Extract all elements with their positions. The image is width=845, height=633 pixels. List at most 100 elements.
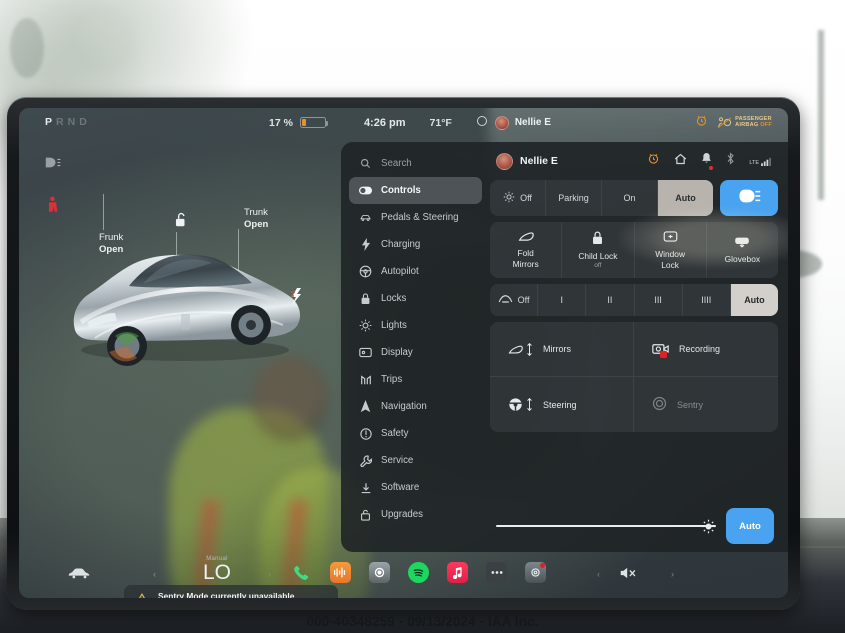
steering-adjust-cell[interactable]: Steering	[490, 377, 634, 432]
glovebox-icon	[734, 236, 750, 250]
airbag-line2-wrap: AIRBAG OFF	[735, 122, 772, 128]
profile-circle-icon[interactable]	[476, 115, 488, 130]
recording-label: Recording	[679, 344, 721, 354]
sidebar-item-lights[interactable]: Lights	[349, 312, 482, 339]
alarm-warning-icon[interactable]	[647, 152, 660, 170]
sidebar-label-navigation: Navigation	[381, 401, 427, 412]
wrench-icon	[359, 454, 372, 467]
volume-muted-icon[interactable]	[619, 566, 638, 585]
profile-name: Nellie E	[514, 117, 551, 128]
bluetooth-icon[interactable]	[726, 152, 735, 170]
touchscreen-display[interactable]: PRND 17 % 4:26 pm 71°F Nellie E PASSENGE…	[19, 108, 788, 598]
sidebar-item-trips[interactable]: Trips	[349, 366, 482, 393]
vehicle-render	[73, 254, 301, 366]
wiper-off-option[interactable]: Off	[490, 284, 539, 316]
headlight-mode-segment[interactable]: Off Parking On Auto	[490, 180, 713, 216]
mirror-icon	[518, 231, 534, 244]
steering-label: Steering	[543, 399, 577, 410]
sidebar-label-charging: Charging	[381, 239, 421, 250]
glovebox-label: Glovebox	[724, 254, 761, 264]
sidebar-label-software: Software	[381, 482, 420, 493]
sidebar-item-display[interactable]: Display	[349, 339, 482, 366]
lights-row: Off Parking On Auto	[490, 180, 778, 216]
headlight-off-option[interactable]: Off	[490, 180, 546, 216]
headlight-auto-label: Auto	[675, 193, 696, 203]
car-icon	[359, 211, 372, 224]
battery-icon	[299, 117, 329, 128]
sidebar-item-charging[interactable]: Charging	[349, 231, 482, 258]
sidebar-item-upgrades[interactable]: Upgrades	[349, 501, 482, 528]
fold-mirrors-tile[interactable]: Fold Mirrors	[490, 222, 563, 278]
wiper-speed-1[interactable]: I	[538, 284, 587, 316]
home-icon[interactable]	[674, 152, 687, 170]
glovebox-tile[interactable]: Glovebox	[707, 222, 778, 278]
brightness-row: Auto	[490, 508, 778, 546]
sidebar-item-pedals-steering[interactable]: Pedals & Steering	[349, 204, 482, 231]
window-lock-tile[interactable]: Window Lock	[635, 222, 707, 278]
driver-profile[interactable]: Nellie E	[494, 115, 551, 130]
media-app-icon[interactable]	[330, 562, 351, 583]
panel-profile-name: Nellie E	[520, 155, 558, 167]
headlight-on-option[interactable]: On	[602, 180, 658, 216]
volume-up-chevron[interactable]: ›	[671, 569, 674, 579]
sidebar-item-safety[interactable]: Safety	[349, 420, 482, 447]
wiper-speed-segment[interactable]: Off I II III IIII Auto	[490, 284, 778, 316]
more-apps-icon[interactable]	[486, 562, 507, 583]
lte-label: LTE	[749, 159, 759, 166]
sidebar-item-software[interactable]: Software	[349, 474, 482, 501]
sidebar-item-service[interactable]: Service	[349, 447, 482, 474]
panel-avatar[interactable]	[496, 152, 513, 170]
safety-icon	[359, 427, 372, 440]
pole-blur	[818, 30, 824, 200]
brightness-sun-icon[interactable]	[701, 519, 716, 534]
window-lock-label: Window Lock	[655, 249, 686, 270]
mirror-adjust-icon	[508, 342, 533, 356]
vehicle-visualization[interactable]: Frunk Open Trunk Open Sentry Mode curren…	[19, 142, 338, 598]
sidebar-item-navigation[interactable]: Navigation	[349, 393, 482, 420]
sidebar-item-autopilot[interactable]: Autopilot	[349, 258, 482, 285]
climate-control[interactable]: Manual LO	[169, 556, 265, 584]
sidebar-item-controls[interactable]: Controls	[349, 177, 482, 204]
dashcam-app-icon[interactable]	[525, 562, 546, 583]
child-lock-tile[interactable]: Child Lock Off	[562, 222, 635, 278]
temp-up-arrow[interactable]: ›	[268, 569, 271, 579]
wiper-icon	[498, 294, 513, 307]
mirrors-adjust-cell[interactable]: Mirrors	[490, 322, 634, 377]
lte-signal-icon: LTE	[749, 157, 772, 166]
controls-grid: Mirrors Recording Steering Sentry	[490, 322, 778, 432]
temp-down-arrow[interactable]: ‹	[153, 569, 156, 579]
spotify-app-icon[interactable]	[408, 562, 429, 583]
high-beam-button[interactable]	[720, 180, 778, 216]
headlight-off-label: Off	[520, 193, 532, 203]
sentry-label: Sentry	[677, 399, 704, 410]
wiper-speed-2[interactable]: II	[586, 284, 635, 316]
steering-icon	[359, 265, 372, 278]
headlight-parking-option[interactable]: Parking	[546, 180, 602, 216]
bell-icon[interactable]	[701, 152, 714, 170]
sentry-cell[interactable]: Sentry	[634, 377, 778, 432]
brightness-slider[interactable]	[496, 518, 716, 534]
sentry-icon	[652, 396, 667, 413]
recording-cell[interactable]: Recording	[634, 322, 778, 377]
sidebar-item-locks[interactable]: Locks	[349, 285, 482, 312]
phone-app-icon[interactable]	[291, 562, 312, 583]
alarm-warning-icon[interactable]	[695, 114, 708, 130]
wiper-speed-3[interactable]: III	[635, 284, 683, 316]
music-app-icon[interactable]	[447, 562, 468, 583]
volume-down-chevron[interactable]: ‹	[597, 569, 600, 579]
car-status-icon[interactable]	[67, 566, 91, 584]
panel-header: Nellie E LTE	[490, 148, 778, 174]
sidebar-label-safety: Safety	[381, 428, 409, 439]
wiper-auto-option[interactable]: Auto	[730, 284, 778, 316]
mirrors-label: Mirrors	[543, 344, 571, 354]
sidebar-label-controls: Controls	[381, 185, 421, 196]
headlight-auto-option[interactable]: Auto	[658, 180, 713, 216]
sidebar-label-lights: Lights	[381, 320, 407, 331]
volume-control[interactable]	[619, 566, 638, 585]
brightness-auto-button[interactable]: Auto	[726, 508, 774, 544]
wiper-speed-4[interactable]: IIII	[683, 284, 731, 316]
sidebar-item-search[interactable]: Search	[349, 150, 482, 177]
toggle-icon	[359, 184, 372, 197]
camera-app-icon[interactable]	[369, 562, 390, 583]
avatar	[494, 115, 509, 130]
